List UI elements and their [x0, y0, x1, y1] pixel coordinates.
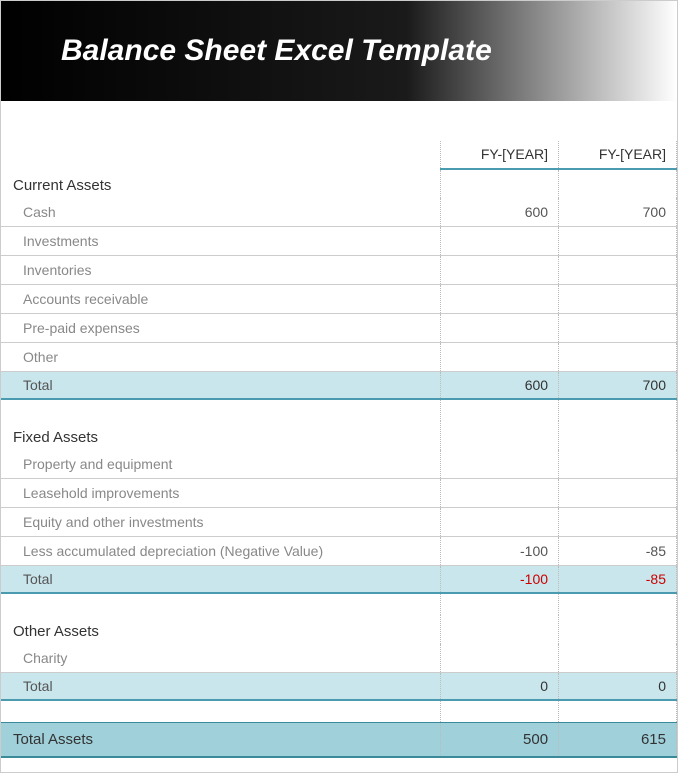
section-fixed-assets: Fixed Assets	[1, 421, 677, 450]
row-other-total: Total 0 0	[1, 673, 677, 701]
row-charity: Charity	[1, 644, 677, 673]
row-inventories: Inventories	[1, 256, 677, 285]
balance-table: FY-[YEAR] FY-[YEAR] Current Assets Cash …	[1, 141, 677, 758]
section-title: Current Assets	[1, 169, 441, 198]
row-property: Property and equipment	[1, 450, 677, 479]
section-title: Other Assets	[1, 615, 441, 644]
section-title: Fixed Assets	[1, 421, 441, 450]
row-investments: Investments	[1, 227, 677, 256]
row-leasehold: Leasehold improvements	[1, 479, 677, 508]
year1-header: FY-[YEAR]	[441, 141, 559, 169]
row-current-total: Total 600 700	[1, 372, 677, 400]
row-equity: Equity and other investments	[1, 508, 677, 537]
balance-sheet: FY-[YEAR] FY-[YEAR] Current Assets Cash …	[1, 101, 677, 758]
row-accounts-receivable: Accounts receivable	[1, 285, 677, 314]
row-total-assets: Total Assets 500 615	[1, 722, 677, 757]
year2-header: FY-[YEAR]	[559, 141, 677, 169]
section-other-assets: Other Assets	[1, 615, 677, 644]
row-cash: Cash 600 700	[1, 198, 677, 227]
section-current-assets: Current Assets	[1, 169, 677, 198]
page-title: Balance Sheet Excel Template	[61, 34, 492, 68]
grand-total-label: Total Assets	[1, 722, 441, 757]
row-prepaid: Pre-paid expenses	[1, 314, 677, 343]
row-other: Other	[1, 343, 677, 372]
page-header: Balance Sheet Excel Template	[1, 1, 677, 101]
column-headers: FY-[YEAR] FY-[YEAR]	[1, 141, 677, 169]
row-depreciation: Less accumulated depreciation (Negative …	[1, 537, 677, 566]
row-fixed-total: Total -100 -85	[1, 566, 677, 594]
